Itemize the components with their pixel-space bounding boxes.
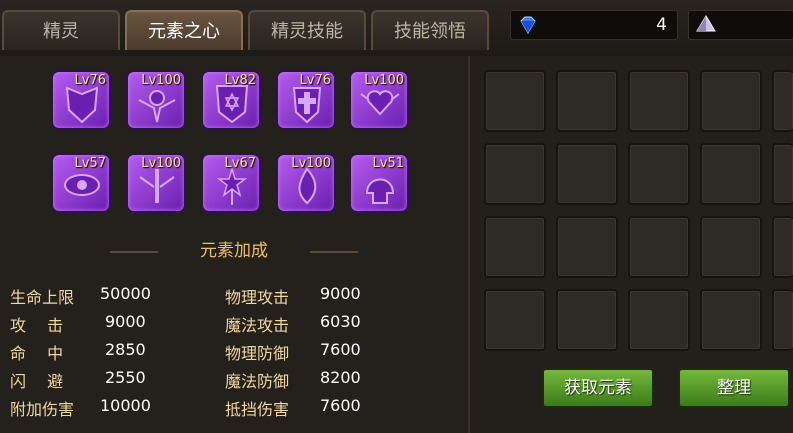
crystal-icon bbox=[696, 15, 716, 32]
get-elements-button[interactable]: 获取元素 bbox=[542, 368, 654, 408]
stat-label: 魔法防御 bbox=[225, 372, 290, 391]
inventory-slot[interactable] bbox=[484, 70, 546, 132]
inventory-slot[interactable] bbox=[556, 70, 618, 132]
stat-value: 2550 bbox=[105, 368, 146, 387]
element-level: Lv100 bbox=[291, 156, 331, 171]
element-slot-8[interactable]: Lv67 bbox=[201, 153, 261, 213]
tab-skill-comprehension[interactable]: 技能领悟 bbox=[371, 10, 489, 50]
stat-value: 9000 bbox=[105, 312, 146, 331]
stat-value: 50000 bbox=[100, 284, 151, 303]
element-slot-6[interactable]: Lv57 bbox=[51, 153, 111, 213]
tab-sprite-skills[interactable]: 精灵技能 bbox=[248, 10, 366, 50]
element-slot-10[interactable]: Lv51 bbox=[349, 153, 409, 213]
element-level: Lv100 bbox=[141, 73, 181, 88]
stat-value: 7600 bbox=[320, 340, 361, 359]
inventory-slot[interactable] bbox=[628, 143, 690, 205]
stat-label: 附加伤害 bbox=[10, 400, 75, 419]
inventory-slot[interactable] bbox=[772, 216, 793, 278]
inventory-slot[interactable] bbox=[628, 216, 690, 278]
inventory-slot[interactable] bbox=[772, 143, 793, 205]
tab-sprite[interactable]: 精灵 bbox=[2, 10, 120, 50]
stat-label: 物理攻击 bbox=[225, 288, 290, 307]
element-level: Lv67 bbox=[224, 156, 256, 171]
element-slot-5[interactable]: Lv100 bbox=[349, 70, 409, 130]
stat-label: 生命上限 bbox=[10, 288, 75, 307]
element-level: Lv76 bbox=[74, 73, 106, 88]
inventory-slot[interactable] bbox=[484, 216, 546, 278]
element-slot-9[interactable]: Lv100 bbox=[276, 153, 336, 213]
diamond-icon bbox=[520, 16, 536, 34]
stat-label: 物理防御 bbox=[225, 344, 290, 363]
tab-element-heart[interactable]: 元素之心 bbox=[125, 10, 243, 50]
stat-label: 攻 击 bbox=[10, 316, 64, 335]
stat-label: 命 中 bbox=[10, 344, 64, 363]
element-slot-2[interactable]: Lv100 bbox=[126, 70, 186, 130]
element-slot-3[interactable]: Lv82 bbox=[201, 70, 261, 130]
top-bar: 精灵 元素之心 精灵技能 技能领悟 4 bbox=[0, 0, 793, 57]
inventory-slot[interactable] bbox=[700, 143, 762, 205]
element-slot-1[interactable]: Lv76 bbox=[51, 70, 111, 130]
element-level: Lv57 bbox=[74, 156, 106, 171]
inventory-slot[interactable] bbox=[556, 289, 618, 351]
inventory-slot[interactable] bbox=[772, 70, 793, 132]
inventory-slot[interactable] bbox=[628, 70, 690, 132]
stat-value: 8200 bbox=[320, 368, 361, 387]
element-panel: Lv76 Lv100 Lv82 Lv76 Lv100 Lv57 Lv100 Lv… bbox=[0, 56, 468, 433]
stat-value: 10000 bbox=[100, 396, 151, 415]
inventory-slot[interactable] bbox=[700, 70, 762, 132]
element-slot-4[interactable]: Lv76 bbox=[276, 70, 336, 130]
element-level: Lv51 bbox=[372, 156, 404, 171]
inventory-slot[interactable] bbox=[484, 289, 546, 351]
organize-button[interactable]: 整理 bbox=[678, 368, 790, 408]
stat-value: 6030 bbox=[320, 312, 361, 331]
stat-label: 魔法攻击 bbox=[225, 316, 290, 335]
gem-counter: 4 bbox=[510, 10, 678, 40]
inventory-slot[interactable] bbox=[556, 216, 618, 278]
stat-label: 闪 避 bbox=[10, 372, 64, 391]
element-level: Lv100 bbox=[364, 73, 404, 88]
stat-value: 9000 bbox=[320, 284, 361, 303]
stat-label: 抵挡伤害 bbox=[225, 400, 290, 419]
stat-value: 2850 bbox=[105, 340, 146, 359]
element-level: Lv76 bbox=[299, 73, 331, 88]
crystal-counter bbox=[688, 10, 793, 40]
inventory-slot[interactable] bbox=[556, 143, 618, 205]
element-level: Lv82 bbox=[224, 73, 256, 88]
element-level: Lv100 bbox=[141, 156, 181, 171]
stat-value: 7600 bbox=[320, 396, 361, 415]
element-slot-7[interactable]: Lv100 bbox=[126, 153, 186, 213]
element-inventory: 获取元素 整理 bbox=[468, 56, 793, 433]
inventory-slot[interactable] bbox=[700, 216, 762, 278]
inventory-slot[interactable] bbox=[484, 143, 546, 205]
inventory-slot[interactable] bbox=[772, 289, 793, 351]
inventory-slot[interactable] bbox=[628, 289, 690, 351]
gem-count: 4 bbox=[656, 15, 667, 35]
bonus-title: 元素加成 bbox=[200, 241, 268, 261]
inventory-slot[interactable] bbox=[700, 289, 762, 351]
